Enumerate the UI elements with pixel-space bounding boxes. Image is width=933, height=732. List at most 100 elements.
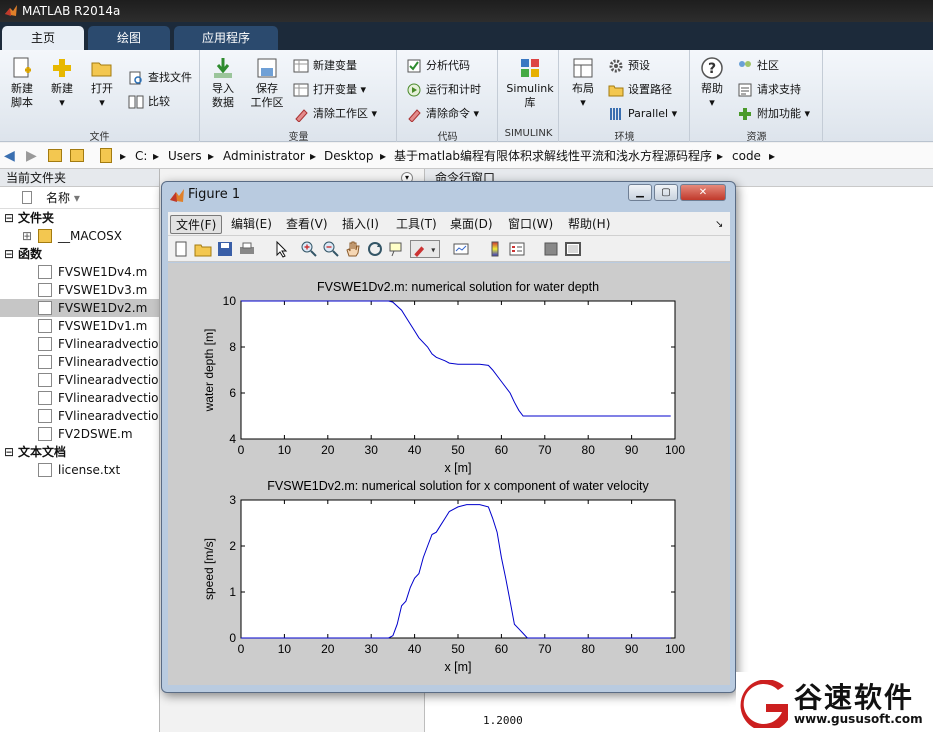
path-separator: ▸ — [208, 149, 215, 163]
preferences-button[interactable]: 预设 — [608, 56, 650, 76]
group-label-simulink: SIMULINK — [504, 128, 553, 139]
menu-edit[interactable]: 编辑(E) — [226, 215, 277, 234]
layout-button[interactable]: 布局 ▾ — [564, 54, 602, 110]
tab-plots[interactable]: 绘图 — [88, 26, 170, 50]
community-button[interactable]: 社区 — [737, 56, 779, 76]
zoom-out-icon[interactable] — [322, 240, 340, 258]
run-and-time-button[interactable]: 运行和计时 — [406, 80, 481, 100]
brush-icon[interactable]: ▾ — [410, 240, 440, 258]
pointer-icon[interactable] — [272, 240, 290, 258]
figure-window[interactable]: Figure 1 ▁ ▢ ✕ 文件(F) 编辑(E) 查看(V) 插入(I) 工… — [161, 181, 736, 693]
simulink-library-icon — [521, 59, 539, 77]
compare-button[interactable]: 比较 — [128, 92, 170, 112]
new-figure-icon[interactable] — [172, 240, 190, 258]
request-support-button[interactable]: 请求支持 — [737, 80, 801, 100]
list-item[interactable]: FVlinearadvection — [0, 353, 159, 371]
m-file-icon — [38, 319, 52, 333]
name-column-header[interactable]: 名称 ▾ — [0, 187, 159, 209]
forward-arrow-icon[interactable]: ▶ — [26, 143, 37, 169]
path-segment-administrator[interactable]: Administrator — [223, 143, 305, 169]
show-plot-tools-icon[interactable] — [564, 240, 582, 258]
list-item[interactable]: FVlinearadvection — [0, 371, 159, 389]
up-folder-icon[interactable] — [48, 149, 62, 162]
colorbar-icon[interactable] — [486, 240, 504, 258]
ribbon-group-environment: 布局 ▾ 预设 设置路径 Parallel ▾ 环境 — [560, 50, 690, 143]
close-button[interactable]: ✕ — [680, 184, 726, 201]
path-separator: ▸ — [153, 149, 160, 163]
new-button[interactable]: 新建 ▾ — [43, 54, 81, 110]
menu-window[interactable]: 窗口(W) — [503, 215, 558, 234]
path-segment-desktop[interactable]: Desktop — [324, 143, 374, 169]
menu-file[interactable]: 文件(F) — [170, 215, 223, 234]
menu-tools[interactable]: 工具(T) — [391, 215, 442, 234]
path-segment-drive[interactable]: C: — [135, 143, 147, 169]
list-item[interactable]: FVlinearadvection — [0, 407, 159, 425]
m-file-icon — [38, 427, 52, 441]
open-variable-button[interactable]: 打开变量 ▾ — [293, 80, 366, 100]
list-item[interactable]: FVlinearadvection — [0, 335, 159, 353]
save-workspace-button[interactable]: 保存 工作区 — [245, 54, 289, 110]
tab-home[interactable]: 主页 — [2, 26, 84, 50]
list-item[interactable]: license.txt — [0, 461, 159, 479]
x-tick-label: 0 — [238, 443, 245, 457]
m-file-icon — [38, 265, 52, 279]
zoom-in-icon[interactable] — [300, 240, 318, 258]
help-button[interactable]: ? 帮助 ▾ — [693, 54, 731, 110]
back-arrow-icon[interactable]: ◀ — [4, 143, 15, 169]
clear-workspace-button[interactable]: 清除工作区 ▾ — [293, 104, 377, 124]
data-cursor-icon[interactable] — [388, 240, 406, 258]
section-text-documents[interactable]: ⊟ 文本文档 — [0, 443, 159, 461]
list-item-selected[interactable]: FVSWE1Dv2.m — [0, 299, 159, 317]
menu-insert[interactable]: 插入(I) — [337, 215, 384, 234]
section-functions[interactable]: ⊟ 函数 — [0, 245, 159, 263]
open-file-icon[interactable] — [194, 240, 212, 258]
import-data-icon — [214, 58, 232, 78]
hide-plot-tools-icon[interactable] — [542, 240, 560, 258]
ribbon-tab-strip: 主页 绘图 应用程序 — [0, 22, 933, 50]
x-tick-label: 90 — [625, 642, 639, 656]
path-segment-project[interactable]: 基于matlab编程有限体积求解线性平流和浅水方程源码程序 — [394, 143, 712, 169]
legend-icon[interactable] — [508, 240, 526, 258]
print-icon[interactable] — [238, 240, 256, 258]
new-script-button[interactable]: 新建 脚本 — [3, 54, 41, 110]
text-file-icon — [38, 463, 52, 477]
simulink-library-button[interactable]: Simulink 库 — [505, 54, 555, 110]
x-tick-label: 60 — [495, 443, 509, 457]
list-item[interactable]: FVSWE1Dv1.m — [0, 317, 159, 335]
x-tick-label: 40 — [408, 443, 422, 457]
rotate-3d-icon[interactable] — [366, 240, 384, 258]
y-tick-label: 2 — [229, 539, 236, 553]
menu-help[interactable]: 帮助(H) — [563, 215, 615, 234]
minimize-button[interactable]: ▁ — [628, 184, 652, 201]
save-icon[interactable] — [216, 240, 234, 258]
browse-folder-icon[interactable] — [70, 149, 84, 162]
figure-title: Figure 1 — [188, 187, 241, 202]
import-data-button[interactable]: 导入 数据 — [204, 54, 242, 110]
maximize-button[interactable]: ▢ — [654, 184, 678, 201]
list-item[interactable]: FV2DSWE.m — [0, 425, 159, 443]
set-path-button[interactable]: 设置路径 — [608, 80, 672, 100]
clear-commands-button[interactable]: 清除命令 ▾ — [406, 104, 479, 124]
path-segment-users[interactable]: Users — [168, 143, 202, 169]
list-item[interactable]: FVlinearadvection — [0, 389, 159, 407]
ribbon-group-file: 新建 脚本 新建 ▾ 打开 ▾ 查找文件 比较 文件 — [0, 50, 200, 143]
list-item[interactable]: ⊞ __MACOSX — [0, 227, 159, 245]
dock-arrow-icon[interactable]: ↘ — [710, 215, 728, 234]
x-tick-label: 70 — [538, 443, 552, 457]
pan-hand-icon[interactable] — [344, 240, 362, 258]
section-folders[interactable]: ⊟ 文件夹 — [0, 209, 159, 227]
list-item[interactable]: FVSWE1Dv4.m — [0, 263, 159, 281]
analyze-code-button[interactable]: 分析代码 — [406, 56, 470, 76]
link-plot-icon[interactable] — [452, 240, 470, 258]
open-button[interactable]: 打开 ▾ — [83, 54, 121, 110]
path-segment-code[interactable]: code — [732, 143, 761, 169]
new-variable-button[interactable]: 新建变量 — [293, 56, 357, 76]
add-ons-button[interactable]: 附加功能 ▾ — [737, 104, 810, 124]
menu-desktop[interactable]: 桌面(D) — [445, 215, 498, 234]
list-item[interactable]: FVSWE1Dv3.m — [0, 281, 159, 299]
figure-plot-area[interactable]: 0 10 20 30 40 50 60 70 80 90 100 4 6 8 10 FVSWE1Dv2.m: … — [168, 263, 730, 685]
find-files-button[interactable]: 查找文件 — [128, 68, 192, 88]
parallel-button[interactable]: Parallel ▾ — [608, 104, 677, 124]
tab-apps[interactable]: 应用程序 — [174, 26, 278, 50]
menu-view[interactable]: 查看(V) — [281, 215, 333, 234]
